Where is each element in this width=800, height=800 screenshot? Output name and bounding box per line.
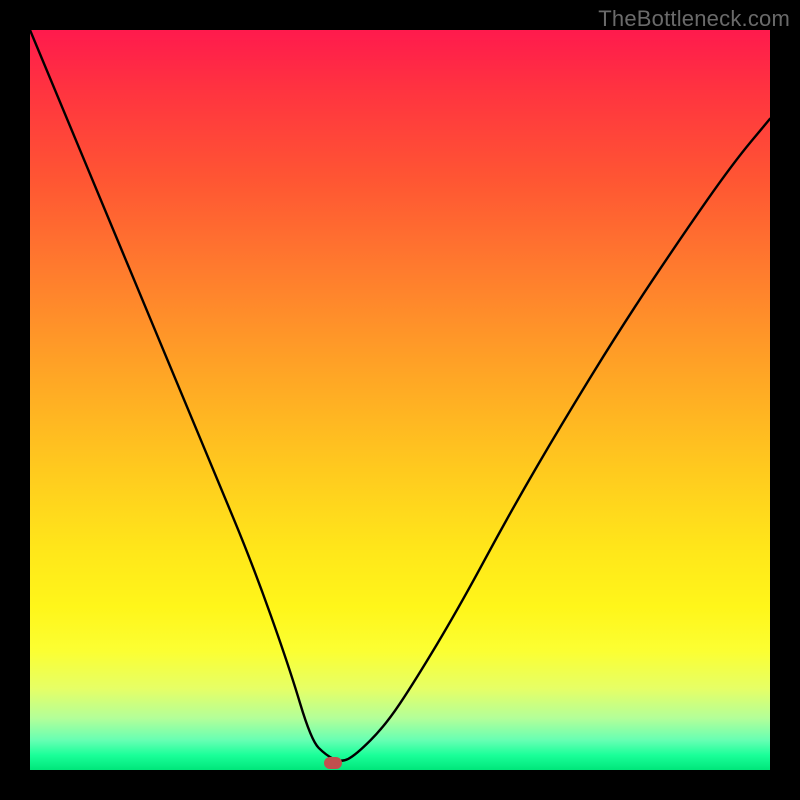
chart-plot-area: [30, 30, 770, 770]
minimum-marker-icon: [324, 757, 342, 769]
bottleneck-curve: [30, 30, 770, 770]
watermark-text: TheBottleneck.com: [598, 6, 790, 32]
